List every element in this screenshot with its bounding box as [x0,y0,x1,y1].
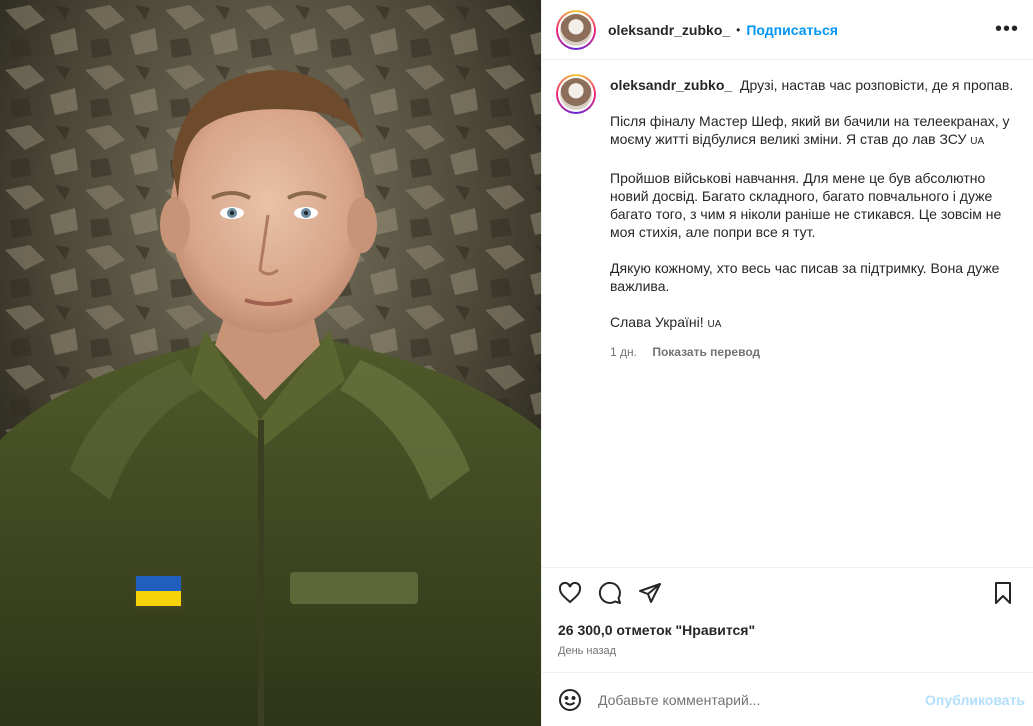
soldier-selfie-image [0,0,541,726]
follow-button[interactable]: Подписаться [746,22,838,38]
paper-plane-icon[interactable] [638,581,664,607]
more-options-icon[interactable]: ••• [995,18,1019,41]
caption-paragraph-3: Пройшов військові навчання. Для мене це … [610,170,1002,240]
caption-avatar[interactable] [556,74,596,114]
publish-button[interactable]: Опубликовать [925,692,1025,708]
post-panel: oleksandr_zubko_ • Подписаться ••• oleks… [541,0,1033,726]
comment-bar: Опубликовать [542,672,1033,726]
post-date: День назад [558,645,617,657]
comment-icon[interactable] [598,581,624,607]
ua-flag-emoji: UA [707,319,722,330]
separator-dot: • [736,22,741,37]
caption-paragraph-5: Слава Україні! [610,314,704,330]
author-avatar[interactable] [556,9,596,50]
caption-username[interactable]: oleksandr_zubko_ [610,77,732,93]
caption-row: oleksandr_zubko_ Друзі, настав час розпо… [556,74,1019,361]
smiley-icon[interactable] [558,688,582,712]
post-header: oleksandr_zubko_ • Подписаться ••• [542,0,1033,60]
caption-paragraph-4: Дякую кожному, хто весь час писав за під… [610,260,1000,294]
action-bar [542,568,1033,620]
show-translation-link[interactable]: Показать перевод [652,345,760,359]
caption-line-1: Друзі, настав час розповісти, де я пропа… [740,77,1014,93]
caption-paragraph-2: Після фіналу Мастер Шеф, який ви бачили … [610,113,1010,147]
post-photo[interactable] [0,0,541,726]
caption-meta: 1 дн. Показать перевод [610,343,1019,361]
heart-icon[interactable] [558,581,584,607]
bookmark-icon[interactable] [991,581,1017,607]
caption-text: oleksandr_zubko_ Друзі, настав час розпо… [610,74,1019,361]
author-username[interactable]: oleksandr_zubko_ [608,22,730,38]
likes-count[interactable]: 26 300,0 отметок "Нравится" [542,622,1033,638]
ukraine-flag-patch [133,573,184,609]
avatar-image [560,13,592,46]
caption-area: oleksandr_zubko_ Друзі, настав час розпо… [542,60,1033,568]
avatar-image [560,78,592,110]
caption-time: 1 дн. [610,345,637,359]
ua-flag-emoji: UA [970,136,985,147]
comment-input[interactable] [598,691,926,708]
